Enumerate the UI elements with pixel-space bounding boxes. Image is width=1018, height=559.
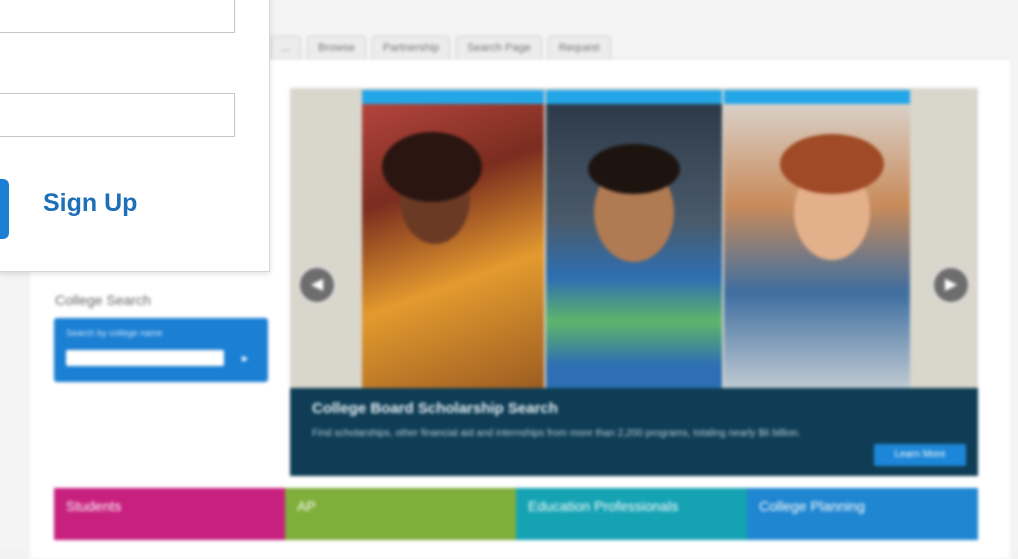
username-field[interactable] — [0, 0, 235, 33]
nav-tab[interactable]: ... — [270, 36, 302, 59]
chevron-left-icon[interactable]: ◀ — [298, 266, 336, 304]
sign-up-link[interactable]: Sign Up — [43, 189, 137, 218]
search-go-icon[interactable]: ▸ — [234, 348, 256, 368]
carousel-caption: College Board Scholarship Search Find sc… — [290, 388, 978, 476]
student-hair — [382, 132, 482, 202]
carousel-slide-smiling-student — [546, 104, 722, 394]
student-hair — [780, 134, 884, 194]
college-search-title: College Search — [55, 292, 151, 308]
carousel-slide-science-student — [724, 104, 910, 394]
password-field[interactable] — [0, 93, 235, 137]
tile-college-planning[interactable]: College Planning — [747, 488, 978, 540]
carousel-bar — [546, 90, 722, 104]
learn-more-button[interactable]: Learn More — [874, 444, 966, 466]
college-search-hint: Search by college name — [66, 328, 163, 338]
nav-tabs: ... Browse Partnership Search Page Reque… — [270, 36, 611, 62]
college-search-input[interactable] — [66, 350, 224, 366]
image-carousel: ◀ ▶ College Board Scholarship Search Fin… — [290, 88, 978, 476]
nav-tab[interactable]: Browse — [307, 36, 366, 59]
nav-tab[interactable]: Search Page — [456, 36, 542, 59]
college-search-widget: Search by college name ▸ — [54, 318, 268, 382]
caption-title: College Board Scholarship Search — [312, 400, 558, 417]
tile-ap[interactable]: AP — [285, 488, 516, 540]
sign-in-button[interactable] — [0, 179, 9, 239]
category-tiles: Students AP Education Professionals Coll… — [54, 488, 978, 540]
chevron-right-icon[interactable]: ▶ — [932, 266, 970, 304]
signin-dropdown: Sign Up — [0, 0, 270, 272]
student-hair — [588, 144, 680, 194]
caption-text: Find scholarships, other financial aid a… — [312, 428, 801, 439]
carousel-bar — [362, 90, 544, 104]
nav-tab[interactable]: Partnership — [371, 36, 451, 59]
carousel-bar — [724, 90, 910, 104]
nav-tab[interactable]: Request — [547, 36, 611, 59]
carousel-slide-cello-student — [362, 104, 544, 394]
tile-education-professionals[interactable]: Education Professionals — [516, 488, 747, 540]
tile-students[interactable]: Students — [54, 488, 285, 540]
